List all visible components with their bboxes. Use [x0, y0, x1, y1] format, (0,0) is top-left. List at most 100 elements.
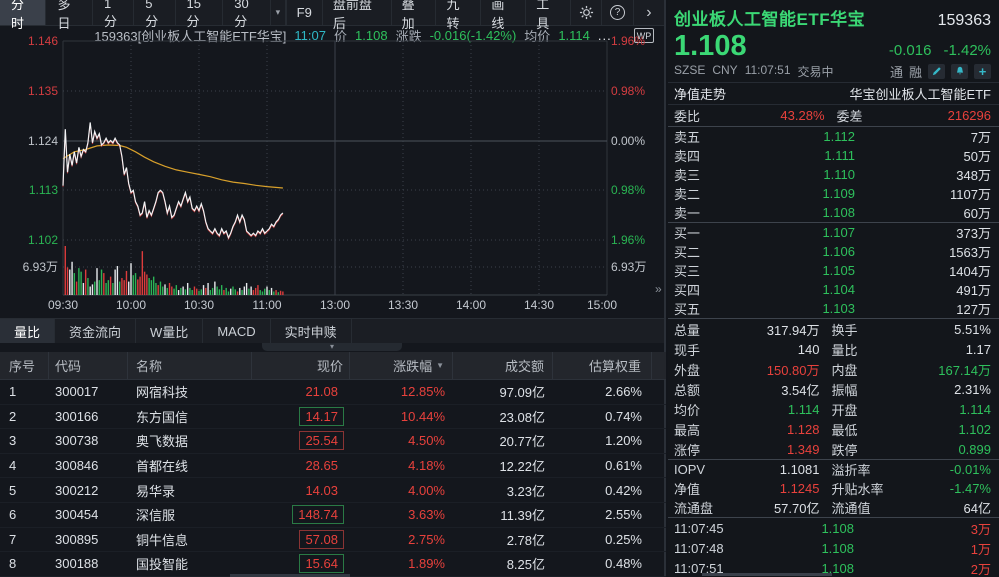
weicha-label: 委差 [837, 106, 893, 125]
cell-turnover: 2.78亿 [453, 530, 553, 549]
stat-value: 64亿 [898, 498, 992, 517]
xaxis-1030: 10:30 [175, 298, 223, 312]
tools-button[interactable]: 工具 [525, 0, 570, 25]
tab-30min[interactable]: 30分 [223, 0, 271, 25]
cell-name: 铜牛信息 [128, 530, 252, 549]
cell-turnover: 8.25亿 [453, 554, 553, 573]
header-weight[interactable]: 估算权重 [553, 352, 652, 379]
ask-row-5[interactable]: 卖五1.1127万 [668, 127, 999, 146]
panel-scrollbar[interactable] [702, 573, 832, 576]
table-row[interactable]: 3 300738 奥飞数据 25.54 4.50% 20.77亿 1.20% [0, 429, 666, 454]
cell-weight: 2.55% [553, 507, 652, 522]
bid-volume: 127万 [855, 299, 991, 318]
stat-value: -0.01% [898, 462, 992, 477]
ask-volume: 1107万 [855, 184, 991, 203]
ask-row-3[interactable]: 卖三1.110348万 [668, 165, 999, 184]
table-row[interactable]: 7 300895 铜牛信息 57.08 2.75% 2.78亿 0.25% [0, 528, 666, 553]
tab-15min[interactable]: 15分 [176, 0, 224, 25]
ask-label: 卖二 [674, 184, 730, 203]
stat-label: 最高 [674, 420, 726, 439]
tab-volume-ratio[interactable]: 量比 [0, 319, 55, 343]
table-row[interactable]: 6 300454 深信服 148.74 3.63% 11.39亿 2.55% [0, 503, 666, 528]
price-value: 28.65 [299, 456, 344, 475]
nav-trend-link[interactable]: 净值走势 [674, 84, 726, 103]
tick-row[interactable]: 11:07:481.1081万 [668, 538, 999, 558]
table-row[interactable]: 2 300166 东方国信 14.17 10.44% 23.08亿 0.74% [0, 405, 666, 430]
tab-5min[interactable]: 5分 [134, 0, 175, 25]
xaxis-0930: 09:30 [39, 298, 87, 312]
weibi-row: 委比 43.28% 委差 216296 [668, 105, 999, 126]
yaxis-pct-1: 1.96% [611, 34, 666, 48]
overlay-button[interactable]: 叠加 [391, 0, 436, 25]
main-area: 分时 多日 1分 5分 15分 30分 ▾ F9 盘前盘后 叠加 九转 画线 工… [0, 0, 666, 577]
collapse-chevron-icon[interactable]: ▾ [262, 343, 402, 351]
cell-change: 4.50% [350, 433, 453, 448]
tab-capital-flow[interactable]: 资金流向 [55, 319, 136, 343]
help-icon[interactable]: ? [601, 0, 632, 25]
bid-row-5[interactable]: 买五1.103127万 [668, 299, 999, 318]
header-seq[interactable]: 序号 [0, 352, 49, 379]
price-value: 21.08 [299, 382, 344, 401]
cell-weight: 0.25% [553, 532, 652, 547]
tab-1min[interactable]: 1分 [93, 0, 134, 25]
yaxis-pct-4: 0.98% [611, 183, 666, 197]
bid-volume: 1563万 [855, 242, 991, 261]
cell-weight: 0.61% [553, 458, 652, 473]
header-price[interactable]: 现价 [252, 352, 350, 379]
ask-row-1[interactable]: 卖一1.10860万 [668, 203, 999, 222]
expand-right-icon[interactable]: › [633, 0, 664, 25]
header-code[interactable]: 代码 [49, 352, 128, 379]
fund-name-link[interactable]: 华宝创业板人工智能ETF [849, 84, 991, 103]
period-dropdown-icon[interactable]: ▾ [271, 0, 286, 25]
stat-value: 2.31% [898, 382, 992, 397]
cell-weight: 0.74% [553, 409, 652, 424]
add-plus-icon[interactable]: + [974, 64, 991, 79]
quote-title-row: 创业板人工智能ETF华宝 159363 [668, 0, 999, 30]
security-code: 159363 [938, 12, 991, 30]
f9-button[interactable]: F9 [286, 0, 322, 25]
yaxis-pct-2: 0.98% [611, 84, 666, 98]
settings-gear-icon[interactable] [570, 0, 601, 25]
stat-label: 现手 [674, 340, 726, 359]
tab-realtime-subscription[interactable]: 实时申赎 [271, 319, 352, 343]
tick-volume: 3万 [854, 519, 991, 538]
stat-value: 140 [726, 342, 832, 357]
header-change[interactable]: 涨跌幅▼ [350, 352, 453, 379]
indicator-tabs: 量比 资金流向 W量比 MACD 实时申赎 [0, 318, 664, 343]
draw-line-button[interactable]: 画线 [480, 0, 525, 25]
ask-row-2[interactable]: 卖二1.1091107万 [668, 184, 999, 203]
bid-price: 1.103 [730, 301, 855, 316]
table-row[interactable]: 1 300017 网宿科技 21.08 12.85% 97.09亿 2.66% [0, 380, 666, 405]
cell-seq: 4 [0, 458, 49, 473]
table-row[interactable]: 5 300212 易华录 14.03 4.00% 3.23亿 0.42% [0, 478, 666, 503]
header-turnover[interactable]: 成交额 [453, 352, 553, 379]
timeshare-plot[interactable] [0, 26, 666, 318]
cell-seq: 8 [0, 556, 49, 571]
xaxis-1100: 11:00 [243, 298, 291, 312]
timeshare-chart[interactable]: 159363[创业板人工智能ETF华宝] 11:07 价 1.108 涨跌 -0… [0, 26, 666, 318]
security-name: 创业板人工智能ETF华宝 [674, 5, 865, 30]
bid-row-1[interactable]: 买一1.107373万 [668, 223, 999, 242]
last-price: 1.108 [674, 30, 747, 62]
stat-label: 内盘 [832, 360, 898, 379]
xaxis-1500: 15:00 [578, 298, 626, 312]
alert-bell-icon[interactable] [951, 64, 968, 79]
tab-multiday[interactable]: 多日 [46, 0, 92, 25]
bid-row-4[interactable]: 买四1.104491万 [668, 280, 999, 299]
edit-pencil-icon[interactable] [928, 64, 945, 79]
tab-timeshare[interactable]: 分时 [0, 0, 46, 25]
nine-turn-button[interactable]: 九转 [435, 0, 480, 25]
tab-macd[interactable]: MACD [203, 319, 270, 343]
bid-row-3[interactable]: 买三1.1051404万 [668, 261, 999, 280]
tab-w-volume-ratio[interactable]: W量比 [136, 319, 203, 343]
table-row[interactable]: 4 300846 首都在线 28.65 4.18% 12.22亿 0.61% [0, 454, 666, 479]
tick-row[interactable]: 11:07:451.1083万 [668, 518, 999, 538]
panel-expand-icon[interactable]: » [655, 282, 662, 296]
pre-post-market-button[interactable]: 盘前盘后 [322, 0, 391, 25]
cell-price: 25.54 [252, 431, 350, 450]
header-name[interactable]: 名称 [128, 352, 252, 379]
cell-turnover: 23.08亿 [453, 407, 553, 426]
ask-price: 1.108 [730, 205, 855, 220]
bid-row-2[interactable]: 买二1.1061563万 [668, 242, 999, 261]
ask-row-4[interactable]: 卖四1.11150万 [668, 146, 999, 165]
